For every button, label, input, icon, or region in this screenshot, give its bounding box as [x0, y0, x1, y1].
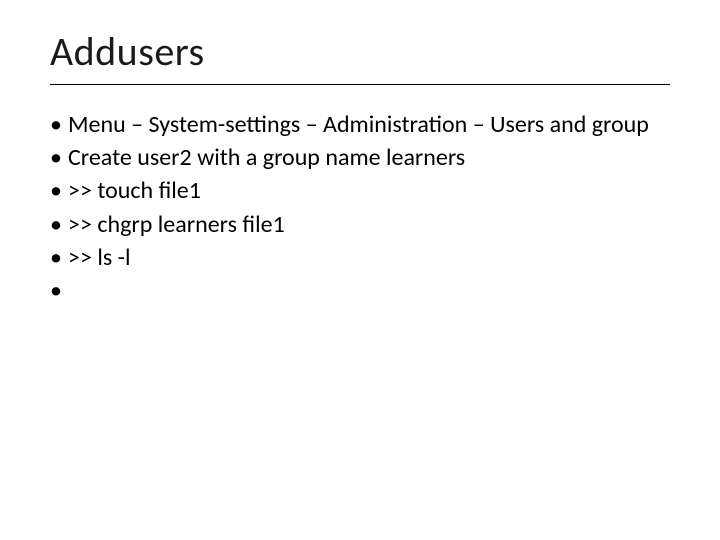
slide-title: Addusers — [50, 30, 670, 74]
list-item: Create user2 with a group name learners — [50, 142, 670, 173]
slide: Addusers Menu – System-settings – Admini… — [0, 0, 720, 540]
list-item: >> touch file1 — [50, 175, 670, 206]
title-divider — [50, 84, 670, 85]
bullet-list: Menu – System-settings – Administration … — [50, 109, 670, 273]
list-item: Menu – System-settings – Administration … — [50, 109, 670, 140]
list-item: >> ls -l — [50, 242, 670, 273]
list-item: >> chgrp learners file1 — [50, 209, 670, 240]
